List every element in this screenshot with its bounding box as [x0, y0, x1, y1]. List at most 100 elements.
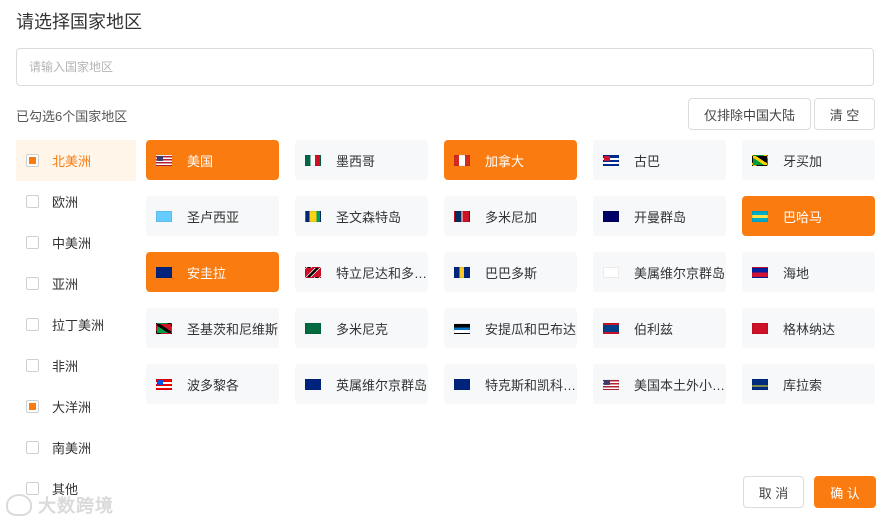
country-grid: 美国 墨西哥 加拿大 古巴 牙买加圣卢西亚 圣文森特岛 多米尼加 开曼群岛 巴哈马安圭拉 特立尼达…	[146, 140, 876, 404]
country-item[interactable]: 海地	[742, 252, 875, 292]
country-item[interactable]: 特立尼达和多巴哥	[295, 252, 428, 292]
country-name: 特克斯和凯科斯群岛	[485, 377, 577, 393]
continent-label: 拉丁美洲	[52, 318, 105, 333]
confirm-button[interactable]: 确 认	[814, 476, 876, 508]
us-outlying-islands-flag-icon	[603, 378, 619, 390]
anguilla-flag-icon	[156, 266, 172, 278]
continent-checkbox[interactable]	[26, 277, 39, 290]
cayman-islands-flag-icon	[603, 210, 619, 222]
belize-flag-icon	[603, 322, 619, 334]
trinidad-flag-icon	[305, 266, 321, 278]
watermark: 大数跨境	[6, 492, 114, 518]
country-item[interactable]: 安提瓜和巴布达	[444, 308, 577, 348]
grenada-flag-icon	[752, 322, 768, 334]
country-name: 安圭拉	[187, 265, 227, 281]
continent-item[interactable]: 中美洲	[16, 222, 136, 263]
jamaica-flag-icon	[752, 154, 768, 166]
continent-item[interactable]: 大洋洲	[16, 386, 136, 427]
country-name: 美属维尔京群岛	[634, 265, 726, 281]
search-input[interactable]	[16, 48, 874, 86]
continent-label: 亚洲	[52, 277, 79, 292]
continent-checkbox[interactable]	[26, 441, 39, 454]
continent-item[interactable]: 欧洲	[16, 181, 136, 222]
country-name: 波多黎各	[187, 377, 240, 393]
country-item[interactable]: 多米尼加	[444, 196, 577, 236]
continent-label: 非洲	[52, 359, 79, 374]
country-name: 加拿大	[485, 153, 525, 169]
continent-item[interactable]: 亚洲	[16, 263, 136, 304]
mexico-flag-icon	[305, 154, 321, 166]
watermark-logo-icon	[6, 494, 32, 516]
continent-checkbox[interactable]	[26, 154, 39, 167]
country-item[interactable]: 伯利兹	[593, 308, 726, 348]
country-item[interactable]: 特克斯和凯科斯群岛	[444, 364, 577, 404]
country-item[interactable]: 多米尼克	[295, 308, 428, 348]
cuba-flag-icon	[603, 154, 619, 166]
continent-checkbox[interactable]	[26, 359, 39, 372]
continent-label: 北美洲	[52, 154, 92, 169]
country-item[interactable]: 安圭拉	[146, 252, 279, 292]
british-virgin-islands-flag-icon	[305, 378, 321, 390]
exclude-china-button[interactable]: 仅排除中国大陆	[688, 98, 811, 130]
continent-label: 南美洲	[52, 441, 92, 456]
country-item[interactable]: 美国	[146, 140, 279, 180]
country-item[interactable]: 波多黎各	[146, 364, 279, 404]
saint-vincent-flag-icon	[305, 210, 321, 222]
turks-caicos-flag-icon	[454, 378, 470, 390]
country-item[interactable]: 巴哈马	[742, 196, 875, 236]
continent-label: 大洋洲	[52, 400, 92, 415]
continent-label: 欧洲	[52, 195, 79, 210]
country-name: 伯利兹	[634, 321, 674, 337]
country-item[interactable]: 圣文森特岛	[295, 196, 428, 236]
watermark-text: 大数跨境	[38, 496, 114, 516]
continent-item[interactable]: 非洲	[16, 345, 136, 386]
continent-checkbox[interactable]	[26, 236, 39, 249]
country-name: 圣卢西亚	[187, 209, 240, 225]
continent-list: 北美洲 欧洲 中美洲 亚洲 拉丁美洲 非洲 大洋洲 南美洲 其他	[16, 140, 136, 509]
country-name: 墨西哥	[336, 153, 376, 169]
country-name: 巴哈马	[783, 209, 823, 225]
antigua-flag-icon	[454, 322, 470, 334]
dialog-title: 请选择国家地区	[16, 12, 142, 32]
barbados-flag-icon	[454, 266, 470, 278]
clear-button[interactable]: 清 空	[814, 98, 875, 130]
continent-item[interactable]: 拉丁美洲	[16, 304, 136, 345]
selected-count-text: 已勾选6个国家地区	[16, 109, 128, 124]
country-item[interactable]: 库拉索	[742, 364, 875, 404]
country-name: 牙买加	[783, 153, 823, 169]
continent-checkbox[interactable]	[26, 318, 39, 331]
country-item[interactable]: 开曼群岛	[593, 196, 726, 236]
country-item[interactable]: 格林纳达	[742, 308, 875, 348]
country-name: 美国本土外小岛屿	[634, 377, 726, 393]
us-flag-icon	[156, 154, 172, 166]
country-name: 多米尼加	[485, 209, 538, 225]
country-name: 多米尼克	[336, 321, 389, 337]
continent-checkbox[interactable]	[26, 400, 39, 413]
country-name: 特立尼达和多巴哥	[336, 265, 428, 281]
country-name: 英属维尔京群岛	[336, 377, 428, 393]
country-item[interactable]: 古巴	[593, 140, 726, 180]
puerto-rico-flag-icon	[156, 378, 172, 390]
dominica-flag-icon	[305, 322, 321, 334]
country-name: 开曼群岛	[634, 209, 687, 225]
saint-kitts-flag-icon	[156, 322, 172, 334]
country-item[interactable]: 加拿大	[444, 140, 577, 180]
country-item[interactable]: 美国本土外小岛屿	[593, 364, 726, 404]
country-name: 古巴	[634, 153, 661, 169]
country-item[interactable]: 墨西哥	[295, 140, 428, 180]
us-virgin-islands-flag-icon	[603, 266, 619, 278]
bahamas-flag-icon	[752, 210, 768, 222]
country-item[interactable]: 美属维尔京群岛	[593, 252, 726, 292]
country-item[interactable]: 巴巴多斯	[444, 252, 577, 292]
cancel-button[interactable]: 取 消	[743, 476, 804, 508]
country-item[interactable]: 牙买加	[742, 140, 875, 180]
country-item[interactable]: 英属维尔京群岛	[295, 364, 428, 404]
country-name: 海地	[783, 265, 810, 281]
country-item[interactable]: 圣基茨和尼维斯	[146, 308, 279, 348]
continent-checkbox[interactable]	[26, 195, 39, 208]
curacao-flag-icon	[752, 378, 768, 390]
country-name: 安提瓜和巴布达	[485, 321, 577, 337]
continent-item[interactable]: 北美洲	[16, 140, 136, 181]
continent-item[interactable]: 南美洲	[16, 427, 136, 468]
country-item[interactable]: 圣卢西亚	[146, 196, 279, 236]
